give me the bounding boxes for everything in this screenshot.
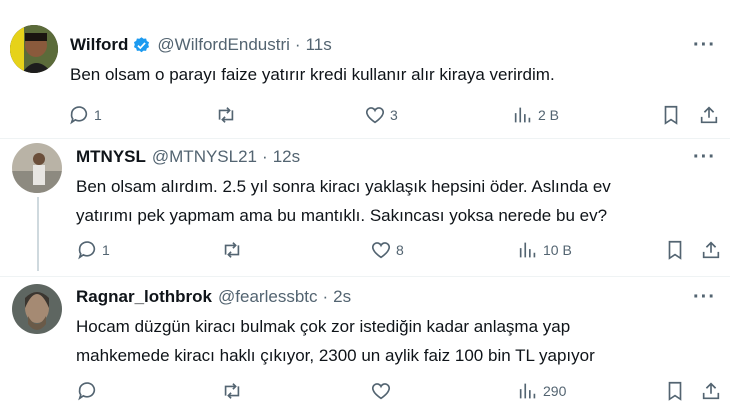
verified-badge-icon xyxy=(134,36,150,52)
share-icon xyxy=(702,382,720,400)
bookmark-button[interactable] xyxy=(660,104,682,126)
like-button[interactable]: 8 xyxy=(370,239,404,261)
separator-dot: · xyxy=(322,287,329,306)
avatar[interactable] xyxy=(12,284,62,334)
tweet-text-line: yatırımı pek yapmam ama bu mantıklı. Sak… xyxy=(76,206,608,225)
views-icon xyxy=(519,242,536,258)
author-handle[interactable]: @fearlessbtc xyxy=(218,287,317,307)
like-icon xyxy=(365,107,385,124)
tweet-text-line: Hocam düzgün kiracı bulmak çok zor isted… xyxy=(76,317,571,336)
separator-dot: · xyxy=(262,147,268,166)
more-options-icon[interactable]: ··· xyxy=(693,34,716,57)
reply-icon xyxy=(78,241,96,260)
tweet-actions: 290 xyxy=(0,380,730,406)
share-button[interactable] xyxy=(700,380,722,402)
tweet-text-line: mahkemede kiracı haklı çıkıyor, 2300 un … xyxy=(76,346,595,365)
retweet-button[interactable] xyxy=(221,239,247,261)
bookmark-icon xyxy=(664,105,678,125)
timestamp[interactable]: 2s xyxy=(333,287,351,307)
reply-button[interactable]: 1 xyxy=(76,239,110,261)
avatar-image xyxy=(12,284,62,334)
like-icon xyxy=(371,242,391,259)
tweet-text: Ben olsam alırdım. 2.5 yıl sonra kiracı … xyxy=(76,172,611,230)
retweet-icon xyxy=(224,242,240,258)
like-icon xyxy=(371,383,391,400)
views-icon xyxy=(514,107,531,123)
retweet-icon xyxy=(218,107,234,123)
like-button[interactable]: 3 xyxy=(364,104,398,126)
views-button[interactable]: 10 B xyxy=(517,239,572,261)
author-handle[interactable]: @MTNYSL21 xyxy=(152,147,257,167)
reply-icon xyxy=(78,382,96,401)
reply-button[interactable] xyxy=(76,380,102,402)
tweet-actions: 1 8 10 B xyxy=(0,239,730,265)
bookmark-button[interactable] xyxy=(664,239,686,261)
retweet-button[interactable] xyxy=(215,104,241,126)
retweet-icon xyxy=(224,383,240,399)
views-count: 10 B xyxy=(543,242,572,258)
share-icon xyxy=(702,241,720,259)
tweet-divider xyxy=(0,138,730,139)
like-count: 8 xyxy=(396,242,404,258)
author-name[interactable]: Ragnar_lothbrok xyxy=(76,287,212,307)
timestamp[interactable]: 11s xyxy=(306,35,332,55)
tweet-divider xyxy=(0,276,730,277)
views-button[interactable]: 290 xyxy=(517,380,566,402)
bookmark-icon xyxy=(668,381,682,401)
like-button[interactable] xyxy=(370,380,396,402)
avatar[interactable] xyxy=(10,25,58,73)
share-button[interactable] xyxy=(700,239,722,261)
avatar[interactable] xyxy=(12,143,62,193)
tweet-actions: 1 3 2 B xyxy=(0,104,730,130)
tweet-text-line: Ben olsam alırdım. 2.5 yıl sonra kiracı … xyxy=(76,177,611,196)
views-icon xyxy=(519,383,536,399)
bookmark-button[interactable] xyxy=(664,380,686,402)
share-icon xyxy=(700,106,718,124)
avatar-image xyxy=(12,143,62,193)
views-count: 290 xyxy=(543,383,567,399)
share-button[interactable] xyxy=(698,104,720,126)
author-name[interactable]: Wilford xyxy=(70,35,128,55)
tweet-text-line: Ben olsam o parayı faize yatırır kredi k… xyxy=(70,65,555,84)
more-options-icon[interactable]: ··· xyxy=(693,146,716,169)
author-name[interactable]: MTNYSL xyxy=(76,147,146,167)
reply-count: 1 xyxy=(94,107,102,123)
like-count: 3 xyxy=(390,107,398,123)
tweet-text: Hocam düzgün kiracı bulmak çok zor isted… xyxy=(76,312,595,370)
reply-icon xyxy=(70,106,88,125)
avatar-image xyxy=(10,25,58,73)
views-button[interactable]: 2 B xyxy=(512,104,559,126)
views-count: 2 B xyxy=(538,107,560,123)
bookmark-icon xyxy=(668,240,682,260)
timestamp[interactable]: 12s xyxy=(273,147,300,167)
author-handle[interactable]: @WilfordEndustri xyxy=(157,35,290,55)
retweet-button[interactable] xyxy=(221,380,247,402)
reply-count: 1 xyxy=(102,242,110,258)
separator-dot: · xyxy=(294,35,301,54)
reply-button[interactable]: 1 xyxy=(68,104,102,126)
tweet-text: Ben olsam o parayı faize yatırır kredi k… xyxy=(70,60,555,89)
more-options-icon[interactable]: ··· xyxy=(693,286,716,309)
